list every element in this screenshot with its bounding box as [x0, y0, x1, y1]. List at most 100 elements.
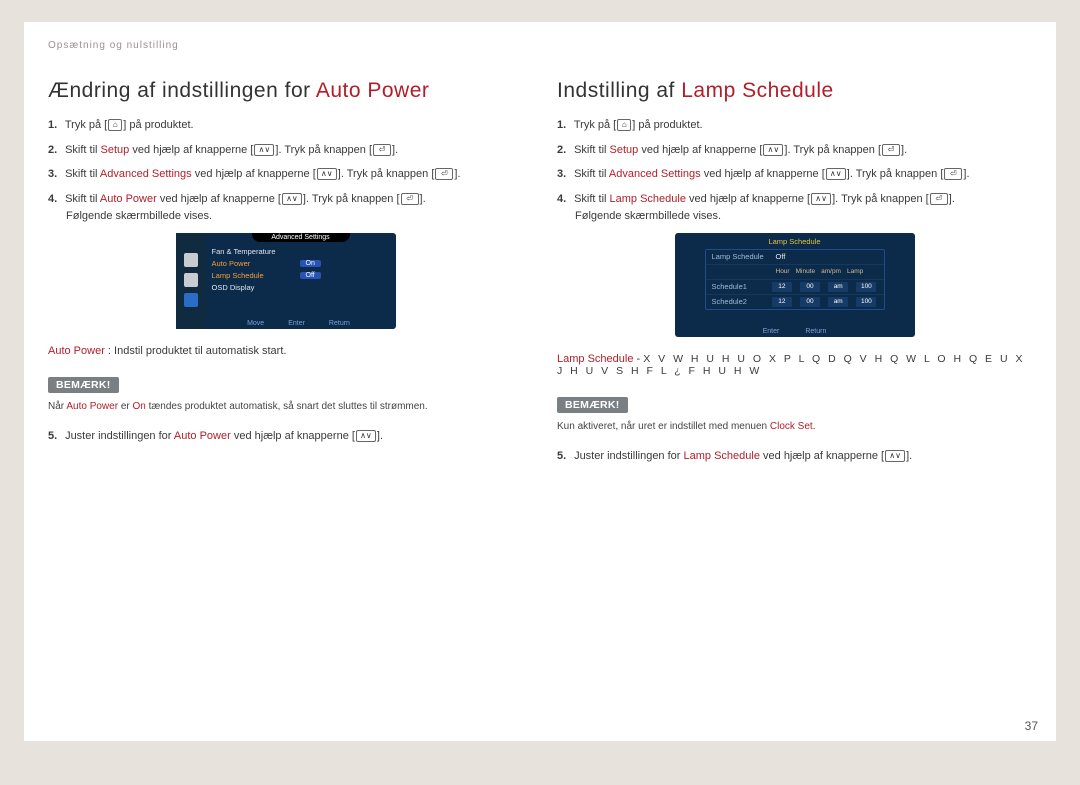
step-text: ved hjælp af knapperne [: [157, 193, 281, 205]
osd-col-head: Minute: [796, 268, 816, 275]
note-a: Kun aktiveret, når uret er indstillet me…: [557, 421, 770, 432]
step-text: ved hjælp af knapperne [: [231, 430, 355, 442]
updown-icon: ∧∨: [282, 193, 302, 205]
osd-cell: am: [828, 297, 848, 307]
step-4: 4. Skift til Auto Power ved hjælp af kna…: [48, 191, 523, 225]
enter-icon: ⏎: [930, 193, 948, 205]
osd-cell: 12: [772, 282, 792, 292]
step-text: ].: [392, 144, 398, 156]
highlight: Lamp Schedule: [610, 193, 686, 205]
osd-foot-item: Return: [805, 328, 826, 335]
osd-side-icon: [184, 293, 198, 307]
osd-row-label: Fan & Temperature: [212, 247, 296, 256]
updown-icon: ∧∨: [811, 193, 831, 205]
step-text: ved hjælp af knapperne [: [638, 144, 762, 156]
note-text: Kun aktiveret, når uret er indstillet me…: [557, 419, 1032, 434]
breadcrumb: Opsætning og nulstilling: [48, 40, 1032, 51]
highlight: Auto Power: [48, 345, 105, 357]
step-1: 1. Tryk på [⌂] på produktet.: [557, 117, 1032, 135]
title-accent: Auto Power: [316, 79, 430, 102]
step-text: ].: [420, 193, 426, 205]
feature-description: Lamp Schedule - X V W H U H U O X P L Q …: [557, 353, 1032, 377]
osd-row-value: Off: [300, 272, 321, 279]
step-number: 5.: [557, 448, 571, 466]
osd-col-head: Hour: [776, 268, 790, 275]
osd-preview-lamp-schedule: Lamp Schedule Lamp Schedule Off Hour Min…: [675, 233, 915, 337]
osd-sidebar: [176, 233, 206, 329]
osd-row-value: Off: [776, 252, 786, 261]
enter-icon: ⏎: [401, 193, 419, 205]
osd-foot-item: Return: [329, 320, 350, 327]
step-text: ved hjælp af knapperne [: [686, 193, 810, 205]
osd-preview-advanced-settings: Advanced Settings Fan & Temperature Auto…: [176, 233, 396, 329]
step-text: ved hjælp af knapperne [: [760, 450, 884, 462]
osd-cell: 12: [772, 297, 792, 307]
highlight: Advanced Settings: [609, 168, 701, 180]
step-sub: Følgende skærmbillede vises.: [66, 208, 523, 225]
step-5: 5. Juster indstillingen for Auto Power v…: [48, 428, 523, 446]
osd-row-value: On: [300, 260, 321, 267]
highlight: Clock Set: [770, 421, 813, 432]
highlight: Auto Power: [100, 193, 157, 205]
title-plain: Ændring af indstillingen for: [48, 79, 316, 102]
sep: -: [633, 353, 643, 365]
updown-icon: ∧∨: [317, 168, 337, 180]
step-text: ].: [454, 168, 460, 180]
highlight: Setup: [610, 144, 639, 156]
highlight: Setup: [101, 144, 130, 156]
osd-cell: 00: [800, 297, 820, 307]
osd-foot-item: Enter: [288, 320, 305, 327]
osd-side-icon: [184, 273, 198, 287]
step-5: 5. Juster indstillingen for Lamp Schedul…: [557, 448, 1032, 466]
step-text: ]. Tryk på knappen [: [784, 144, 881, 156]
note-b: .: [813, 421, 816, 432]
step-text: ].: [377, 430, 383, 442]
step-3: 3. Skift til Advanced Settings ved hjælp…: [557, 166, 1032, 184]
osd-header: Advanced Settings: [252, 233, 350, 242]
osd-row-label: Schedule1: [712, 282, 765, 291]
step-text: Skift til: [65, 168, 100, 180]
step-number: 2.: [557, 142, 571, 160]
step-text: ].: [901, 144, 907, 156]
step-4: 4. Skift til Lamp Schedule ved hjælp af …: [557, 191, 1032, 225]
step-1: 1. Tryk på [⌂] på produktet.: [48, 117, 523, 135]
osd-footer: Enter Return: [675, 328, 915, 335]
step-text: ]. Tryk på knappen [: [832, 193, 929, 205]
osd-row-label: Schedule2: [712, 297, 765, 306]
note-text: Når Auto Power er On tændes produktet au…: [48, 399, 523, 414]
step-text: ved hjælp af knapperne [: [129, 144, 253, 156]
left-column: Ændring af indstillingen for Auto Power …: [48, 79, 523, 472]
step-text: Tryk på [: [574, 119, 616, 131]
enter-icon: ⏎: [944, 168, 962, 180]
step-text: Skift til: [65, 144, 100, 156]
note-badge: BEMÆRK!: [557, 397, 628, 413]
step-text: Skift til: [574, 168, 609, 180]
manual-page: Opsætning og nulstilling Ændring af inds…: [24, 22, 1056, 741]
two-column-layout: Ændring af indstillingen for Auto Power …: [48, 79, 1032, 472]
step-text: ved hjælp af knapperne [: [192, 168, 316, 180]
osd-foot-item: Enter: [763, 328, 780, 335]
osd-cell: am: [828, 282, 848, 292]
step-2: 2. Skift til Setup ved hjælp af knappern…: [48, 142, 523, 160]
step-text: Juster indstillingen for: [65, 430, 174, 442]
step-text: Skift til: [65, 193, 100, 205]
step-text: ]. Tryk på knappen [: [303, 193, 400, 205]
step-number: 1.: [557, 117, 571, 135]
right-column: Indstilling af Lamp Schedule 1. Tryk på …: [557, 79, 1032, 472]
osd-row-label: Lamp Schedule: [712, 252, 770, 261]
osd-cell: 00: [800, 282, 820, 292]
updown-icon: ∧∨: [826, 168, 846, 180]
osd-footer: Move Enter Return: [206, 320, 392, 327]
step-number: 3.: [557, 166, 571, 184]
desc-text: Indstil produktet til automatisk start.: [114, 345, 286, 357]
note-c: tændes produktet automatisk, så snart de…: [146, 401, 428, 412]
osd-row-label: Auto Power: [212, 259, 296, 268]
title-plain: Indstilling af: [557, 79, 681, 102]
highlight: Auto Power: [66, 401, 118, 412]
osd-main: Advanced Settings Fan & Temperature Auto…: [206, 233, 396, 329]
osd-row-label: OSD Display: [212, 283, 296, 292]
step-text: ].: [906, 450, 912, 462]
step-text: Skift til: [574, 144, 609, 156]
enter-icon: ⏎: [435, 168, 453, 180]
title-accent: Lamp Schedule: [681, 79, 833, 102]
